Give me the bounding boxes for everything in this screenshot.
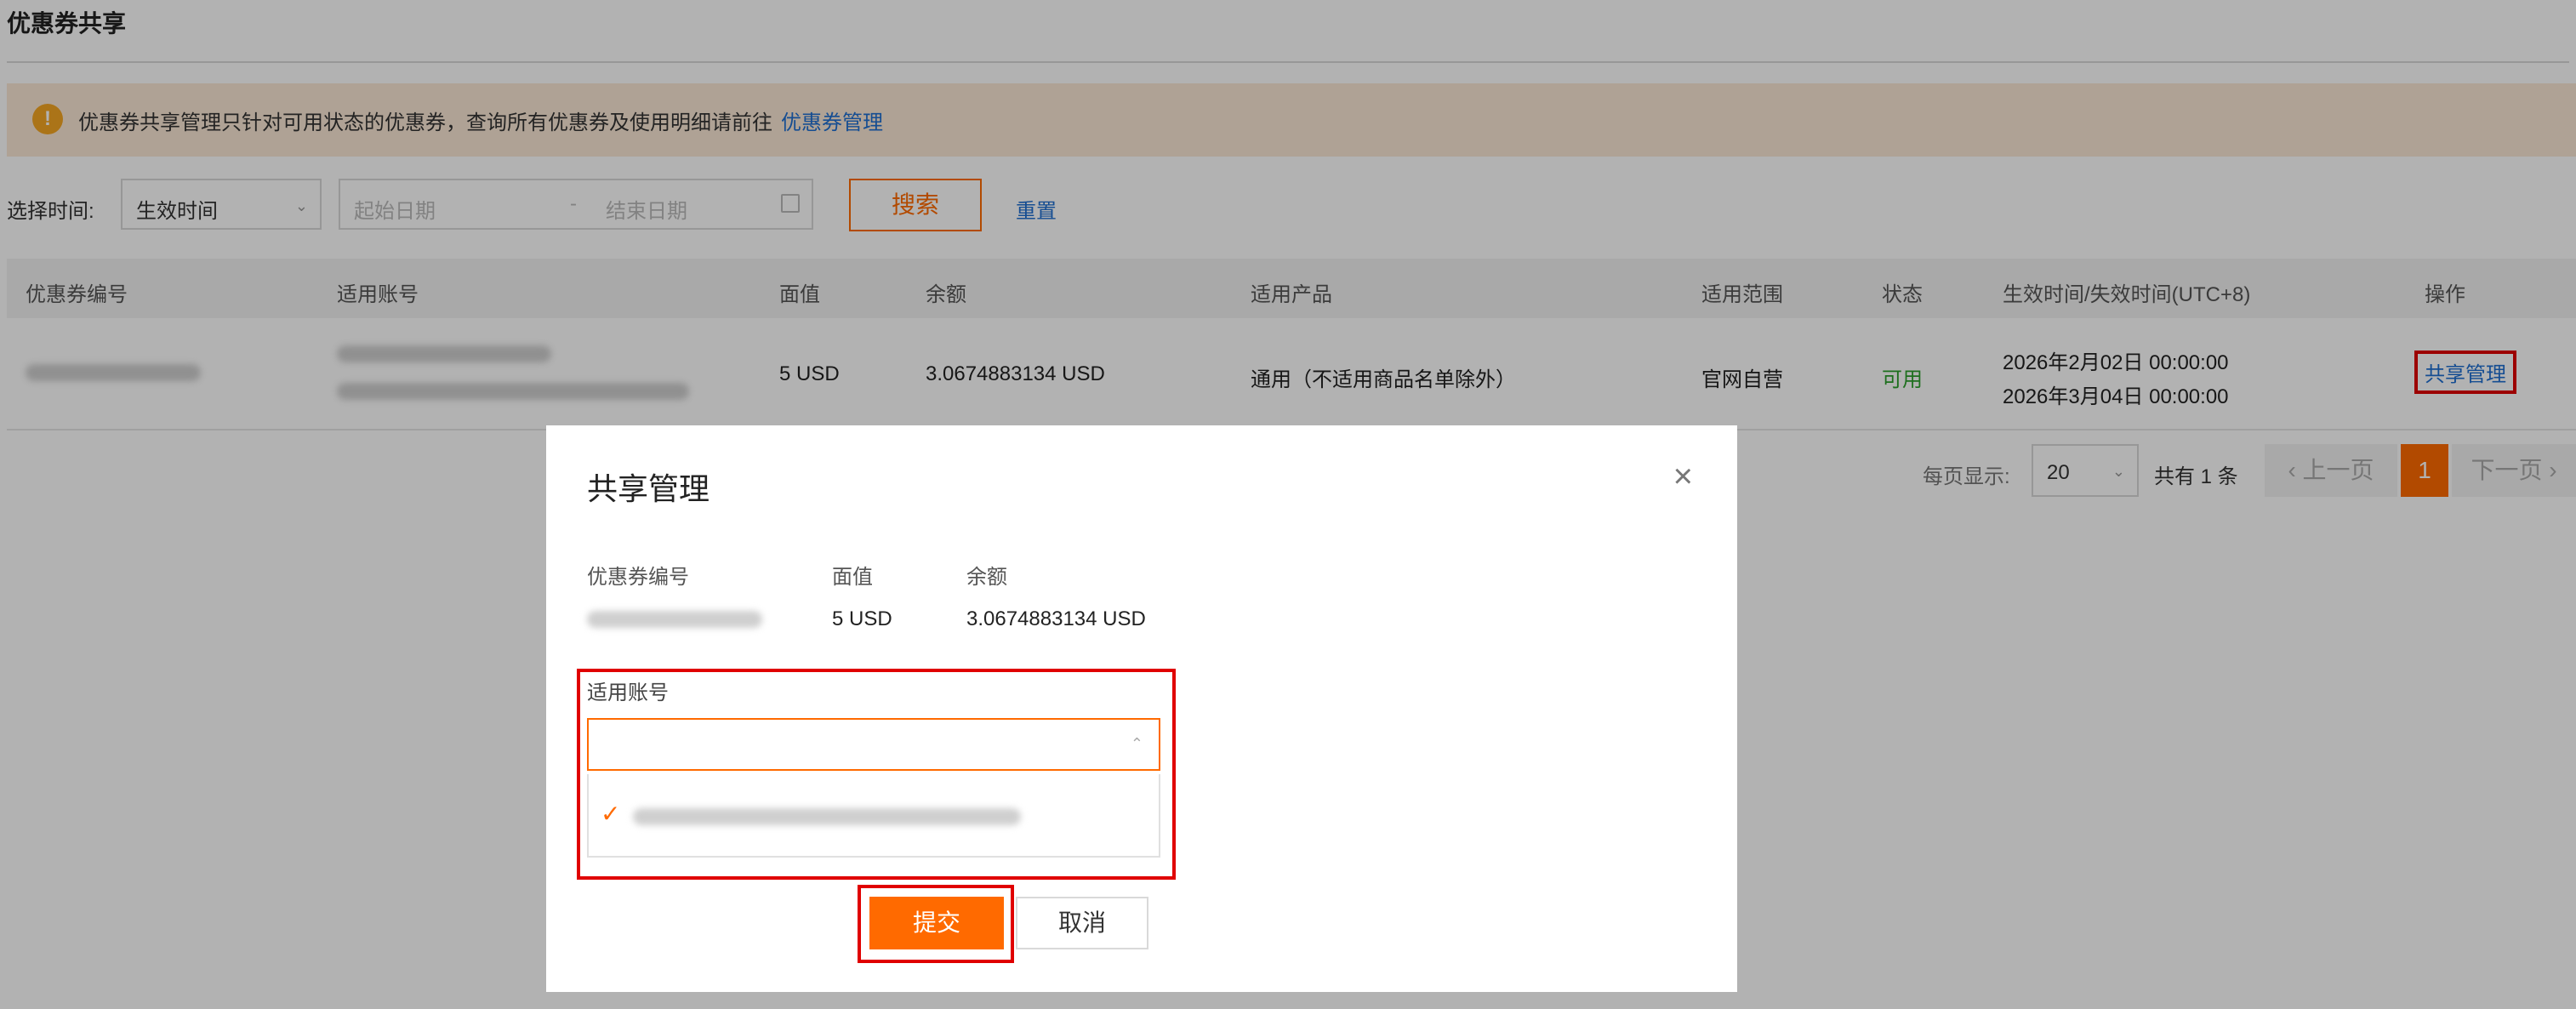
accounts-label: 适用账号 xyxy=(587,681,669,704)
cancel-button[interactable]: 取消 xyxy=(1016,897,1148,949)
modal-col-coupon-id: 优惠券编号 xyxy=(587,566,689,589)
close-icon[interactable]: × xyxy=(1673,459,1693,493)
submit-button[interactable]: 提交 xyxy=(869,897,1004,949)
modal-col-face-value: 面值 xyxy=(832,566,873,589)
redacted-account-option[interactable] xyxy=(633,808,1021,825)
redacted-coupon-id xyxy=(587,611,762,628)
check-icon: ✓ xyxy=(601,801,621,827)
modal-col-balance: 余额 xyxy=(966,566,1007,589)
modal-face-value: 5 USD xyxy=(832,607,892,630)
accounts-dropdown: ✓ xyxy=(587,774,1160,858)
modal-title: 共享管理 xyxy=(587,471,710,506)
accounts-select[interactable]: ⌃ xyxy=(587,718,1160,771)
modal-balance: 3.0674883134 USD xyxy=(966,607,1146,630)
chevron-up-icon: ⌃ xyxy=(1130,735,1143,752)
